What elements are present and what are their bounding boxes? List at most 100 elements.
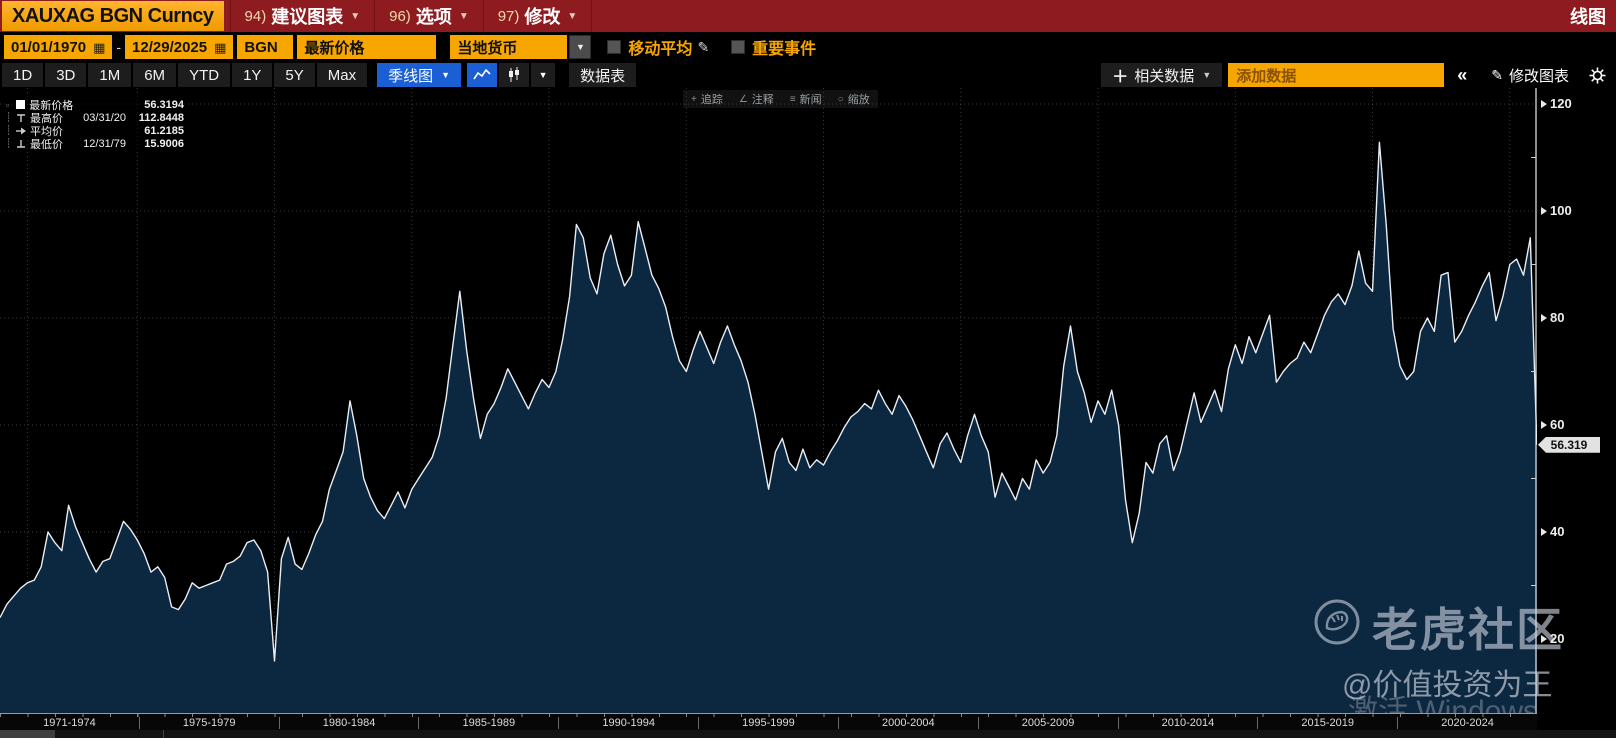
period-button-3d[interactable]: 3D — [45, 63, 87, 87]
period-button-ytd[interactable]: YTD — [178, 63, 231, 87]
magnifier-icon: ○ — [837, 93, 844, 105]
tick-arrow-icon — [1541, 313, 1547, 322]
menu-item-label: 建议图表 — [271, 7, 344, 27]
x-axis-label: 1995-1999 — [698, 717, 838, 729]
legend-collapse-box[interactable]: ▫ — [6, 100, 16, 110]
chevron-down-icon: ▼ — [350, 10, 361, 22]
tick-arrow-icon — [1541, 420, 1547, 429]
y-axis-tick-60: 60 — [1541, 417, 1564, 432]
edit-chart-label: 修改图表 — [1508, 67, 1569, 85]
menu-item-2[interactable]: 96) 选项 ▼ — [375, 0, 484, 32]
menu-item-number: 96) — [389, 7, 411, 25]
date-from-input[interactable]: 01/01/1970 ▦ — [4, 35, 113, 59]
collapse-panel-button[interactable]: « — [1446, 63, 1479, 87]
source-select[interactable]: BGN — [237, 35, 294, 59]
period-button-5y[interactable]: 5Y — [274, 63, 315, 87]
legend-value: 15.9006 — [144, 137, 184, 150]
period-button-max[interactable]: Max — [316, 63, 368, 87]
plus-icon: ＋ — [1112, 69, 1129, 86]
legend-marker-low-icon — [16, 139, 30, 149]
date-from-value: 01/01/1970 — [11, 38, 87, 56]
period-button-1y[interactable]: 1Y — [232, 63, 273, 87]
period-toolbar: 1D 3D 1M 6M YTD 1Y 5Y Max 季线图 ▼ ▼ 数据表 ＋ 相关数据 ▼ … — [0, 62, 1616, 88]
chart-style-value: 季线图 — [388, 67, 434, 85]
divider — [163, 730, 164, 738]
menu-item-label: 选项 — [415, 7, 452, 27]
crosshair-icon: + — [691, 93, 697, 105]
menu-item-label: 修改 — [524, 7, 561, 27]
chart-legend: ▫ 最新价格 56.3194 ┊ 最高价 03/31/20 112.8448 ┊ 平… — [4, 96, 186, 152]
legend-value: 56.3194 — [144, 98, 184, 111]
price-field-select[interactable]: 最新价格 — [297, 35, 437, 59]
watermark-handle: @价值投资为王 — [1342, 669, 1553, 702]
y-axis-tick-40: 40 — [1541, 524, 1564, 539]
chart-style-more-dropdown[interactable]: ▼ — [531, 63, 556, 87]
legend-value: 61.2185 — [144, 124, 184, 137]
legend-marker-avg-icon — [16, 126, 30, 136]
menu-item-1[interactable]: 94) 建议图表 ▼ — [229, 0, 376, 32]
currency-dropdown-button[interactable]: ▼ — [569, 35, 592, 59]
chart-tool-crosshair[interactable]: + 追踪 — [691, 91, 723, 107]
edit-chart-button[interactable]: ✎ 修改图表 — [1480, 63, 1580, 87]
chart-style-select[interactable]: 季线图 ▼ — [377, 63, 462, 87]
legend-marker-square-icon — [15, 99, 30, 110]
x-axis-label: 2000-2004 — [837, 717, 978, 729]
legend-date: 12/31/79 — [83, 137, 126, 150]
related-data-button[interactable]: ＋ 相关数据 ▼ — [1101, 63, 1223, 87]
bottom-strip — [0, 730, 1616, 738]
tick-arrow-icon — [1541, 99, 1547, 108]
x-axis-label: 2010-2014 — [1117, 717, 1258, 729]
currency-select[interactable]: 当地货币 — [450, 35, 568, 59]
news-icon: ≡ — [789, 93, 796, 105]
range-separator: - — [116, 39, 122, 55]
range-toolbar: 01/01/1970 ▦ - 12/29/2025 ▦ BGN 最新价格 当地货… — [0, 32, 1616, 62]
tick-arrow-icon — [1541, 527, 1547, 536]
date-to-input[interactable]: 12/29/2025 ▦ — [125, 35, 234, 59]
legend-date: 03/31/20 — [83, 111, 126, 124]
x-axis-label: 1985-1989 — [418, 717, 558, 729]
data-table-button[interactable]: 数据表 — [569, 63, 637, 87]
y-axis-tick-80: 80 — [1541, 310, 1564, 325]
x-axis-label: 2005-2009 — [977, 717, 1118, 729]
period-button-1m[interactable]: 1M — [88, 63, 132, 87]
y-axis-tick-100: 100 — [1541, 203, 1572, 218]
period-buttons: 1D 3D 1M 6M YTD 1Y 5Y Max — [0, 63, 368, 87]
menu-item-number: 94) — [244, 7, 267, 25]
chart-tool-magnifier[interactable]: ○ 缩放 — [838, 91, 870, 107]
scrollbar-thumb[interactable] — [0, 730, 55, 738]
add-data-input[interactable]: 添加数据 — [1228, 63, 1445, 87]
calendar-icon[interactable]: ▦ — [214, 41, 226, 54]
chart-plot-area[interactable]: ▫ 最新价格 56.3194 ┊ 最高价 03/31/20 112.8448 ┊ 平… — [0, 88, 1537, 713]
annotate-icon: ∠ — [738, 93, 748, 105]
pencil-icon: ✎ — [1491, 66, 1503, 83]
related-data-label: 相关数据 — [1134, 67, 1195, 85]
x-axis-label: 2015-2019 — [1257, 717, 1397, 729]
menu-item-3[interactable]: 97) 修改 ▼ — [484, 0, 593, 32]
chart-mini-toolbar: + 追踪 ∠ 注释 ≡ 新闻 ○ 缩放 — [683, 90, 878, 108]
tiger-logo-icon — [1312, 597, 1362, 652]
gear-icon[interactable] — [1582, 63, 1612, 87]
moving-average-checkbox[interactable] — [607, 40, 622, 54]
pencil-icon[interactable]: ✎ — [697, 39, 709, 56]
x-axis: 1971-1974 1975-1979 1980-1984 1985-1989 1990… — [0, 713, 1537, 731]
line-chart-icon[interactable] — [467, 63, 498, 87]
tick-arrow-icon — [1541, 634, 1547, 643]
candlestick-chart-icon[interactable] — [499, 63, 530, 87]
period-button-1d[interactable]: 1D — [2, 63, 44, 87]
chart-tool-news[interactable]: ≡ 新闻 — [790, 91, 822, 107]
moving-average-label: 移动平均 — [628, 41, 693, 58]
price-area-chart — [0, 88, 1537, 713]
events-label: 重要事件 — [752, 41, 817, 58]
legend-marker-high-icon — [16, 113, 30, 123]
date-to-value: 12/29/2025 — [132, 38, 208, 56]
events-checkbox[interactable] — [731, 40, 746, 54]
security-ticker[interactable]: XAUXAG BGN Curncy — [2, 1, 224, 31]
calendar-icon[interactable]: ▦ — [93, 41, 105, 54]
last-price-badge: 56.319 — [1538, 436, 1600, 453]
chart-tool-annotate[interactable]: ∠ 注释 — [739, 91, 774, 107]
legend-tree-line: ┊ — [6, 138, 12, 148]
legend-row-4[interactable]: ┊ 最低价 12/31/79 15.9006 — [6, 137, 184, 151]
period-button-6m[interactable]: 6M — [133, 63, 177, 87]
legend-value: 112.8448 — [138, 111, 184, 124]
legend-tree-line: ┊ — [6, 125, 12, 135]
